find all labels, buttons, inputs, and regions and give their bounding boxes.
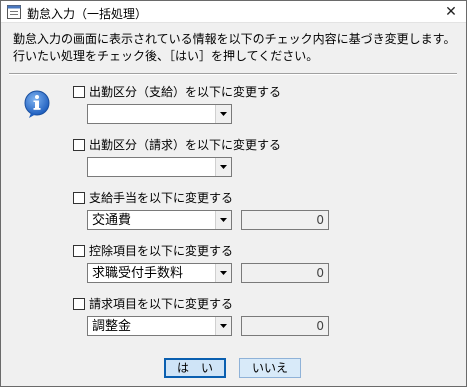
separator-line	[9, 73, 457, 75]
amount-value: 0	[316, 213, 324, 227]
combo-shikyu-teate[interactable]: 交通費	[87, 210, 232, 230]
combo-value: 調整金	[92, 319, 132, 334]
dropdown-arrow-icon[interactable]	[215, 264, 231, 282]
combo-shukkin-seikyu[interactable]	[87, 157, 232, 177]
amount-field-seikyu-komoku[interactable]: 0	[241, 316, 329, 336]
combo-value: 交通費	[92, 213, 132, 228]
yes-button[interactable]: は い	[164, 358, 226, 378]
dropdown-arrow-icon[interactable]	[215, 105, 231, 123]
amount-field-shikyu-teate[interactable]: 0	[241, 210, 329, 230]
window-title: 勤怠入力（一括処理）	[27, 7, 148, 21]
option-label: 支給手当を以下に変更する	[89, 191, 234, 205]
combo-value: 求職受付手数料	[92, 266, 184, 281]
combo-kojo-komoku[interactable]: 求職受付手数料	[87, 263, 232, 283]
form-window-icon	[7, 5, 21, 19]
checkbox-kojo-komoku[interactable]	[73, 245, 85, 257]
dropdown-arrow-icon[interactable]	[215, 211, 231, 229]
option-label: 控除項目を以下に変更する	[89, 244, 234, 258]
title-bar: 勤怠入力（一括処理） ✕	[1, 1, 466, 23]
option-label: 出勤区分（支給）を以下に変更する	[89, 85, 282, 99]
combo-seikyu-komoku[interactable]: 調整金	[87, 316, 232, 336]
amount-field-kojo-komoku[interactable]: 0	[241, 263, 329, 283]
checkbox-shikyu-teate[interactable]	[73, 192, 85, 204]
option-label: 請求項目を以下に変更する	[89, 297, 234, 311]
option-label: 出勤区分（請求）を以下に変更する	[89, 138, 282, 152]
dropdown-arrow-icon[interactable]	[215, 317, 231, 335]
close-button[interactable]: ✕	[440, 3, 462, 21]
dropdown-arrow-icon[interactable]	[215, 158, 231, 176]
description: 勤怠入力の画面に表示されている情報を以下のチェック内容に基づき変更します。 行い…	[13, 31, 461, 65]
description-line-1: 勤怠入力の画面に表示されている情報を以下のチェック内容に基づき変更します。	[13, 32, 456, 46]
no-button[interactable]: いいえ	[239, 358, 301, 378]
checkbox-seikyu-komoku[interactable]	[73, 298, 85, 310]
amount-value: 0	[316, 319, 324, 333]
dialog-window: 勤怠入力（一括処理） ✕ 勤怠入力の画面に表示されている情報を以下のチェック内容…	[0, 0, 467, 387]
amount-value: 0	[316, 266, 324, 280]
information-icon	[24, 90, 50, 118]
combo-shukkin-shikyu[interactable]	[87, 104, 232, 124]
checkbox-shukkin-seikyu[interactable]	[73, 139, 85, 151]
description-line-2: 行いたい処理をチェック後、［はい］を押してください。	[13, 49, 319, 63]
checkbox-shukkin-shikyu[interactable]	[73, 86, 85, 98]
